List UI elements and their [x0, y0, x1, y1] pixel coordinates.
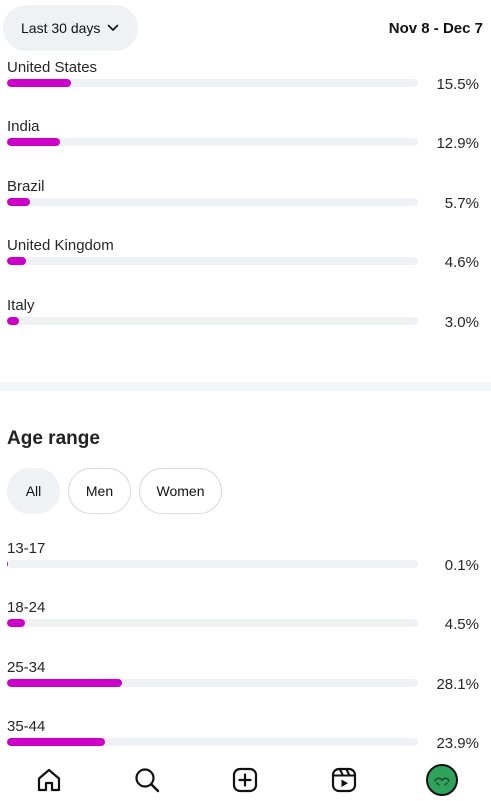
country-row: United States 15.5% — [0, 59, 491, 119]
nav-search-button[interactable] — [127, 762, 167, 798]
progress-track — [7, 560, 418, 568]
age-percentage: 4.5% — [444, 616, 479, 633]
date-range-text: Nov 8 - Dec 7 — [388, 19, 483, 37]
country-label: Brazil — [7, 178, 45, 195]
filter-chip-women[interactable]: Women — [139, 468, 222, 514]
gender-filter-group: All Men Women — [7, 468, 222, 514]
section-divider — [0, 382, 491, 391]
nav-home-button[interactable] — [29, 762, 69, 798]
bottom-nav — [0, 759, 491, 801]
progress-fill — [7, 257, 26, 265]
age-percentage: 23.9% — [436, 735, 479, 752]
nav-profile-button[interactable] — [422, 762, 462, 798]
country-row: United Kingdom 4.6% — [0, 237, 491, 297]
chevron-down-icon — [108, 24, 119, 31]
reels-icon — [331, 767, 356, 793]
country-label: United States — [7, 59, 98, 76]
age-percentage: 28.1% — [436, 676, 479, 693]
progress-track — [7, 79, 418, 87]
age-row: 13-17 0.1% — [0, 540, 491, 600]
progress-fill — [7, 317, 20, 325]
create-icon — [233, 767, 258, 793]
age-range-title: Age range — [7, 428, 100, 449]
date-range-selector[interactable]: Last 30 days — [3, 5, 139, 51]
age-percentage: 0.1% — [444, 557, 479, 574]
age-label: 18-24 — [7, 599, 46, 616]
progress-track — [7, 738, 418, 746]
filter-chip-all[interactable]: All — [7, 468, 60, 514]
header: Last 30 days Nov 8 - Dec 7 — [0, 0, 491, 56]
filter-chip-men[interactable]: Men — [68, 468, 131, 514]
country-percentage: 4.6% — [444, 254, 479, 271]
progress-track — [7, 138, 418, 146]
progress-fill — [7, 138, 61, 146]
country-label: Italy — [7, 297, 35, 314]
progress-fill — [7, 619, 26, 627]
nav-create-button[interactable] — [225, 762, 265, 798]
country-label: India — [7, 118, 40, 135]
age-label: 35-44 — [7, 718, 46, 735]
progress-track — [7, 198, 418, 206]
home-icon — [37, 768, 61, 792]
age-label: 13-17 — [7, 540, 46, 557]
age-row: 25-34 28.1% — [0, 659, 491, 719]
country-row: Italy 3.0% — [0, 297, 491, 357]
insights-page: Last 30 days Nov 8 - Dec 7 United States… — [0, 0, 491, 801]
profile-avatar — [425, 764, 458, 796]
country-percentage: 3.0% — [444, 314, 479, 331]
progress-fill — [7, 738, 106, 746]
nav-reels-button[interactable] — [324, 762, 364, 798]
country-percentage: 12.9% — [436, 135, 479, 152]
country-label: United Kingdom — [7, 237, 114, 254]
progress-fill — [7, 79, 71, 87]
search-icon — [135, 768, 160, 793]
progress-fill — [7, 198, 31, 206]
progress-track — [7, 679, 418, 687]
country-row: India 12.9% — [0, 118, 491, 178]
age-row: 18-24 4.5% — [0, 599, 491, 659]
progress-track — [7, 619, 418, 627]
progress-track — [7, 257, 418, 265]
age-label: 25-34 — [7, 659, 46, 676]
country-percentage: 5.7% — [444, 195, 479, 212]
country-row: Brazil 5.7% — [0, 178, 491, 238]
country-percentage: 15.5% — [436, 76, 479, 93]
avatar-graphic — [434, 777, 450, 786]
date-range-selector-label: Last 30 days — [21, 20, 101, 36]
progress-track — [7, 317, 418, 325]
progress-fill — [7, 679, 123, 687]
